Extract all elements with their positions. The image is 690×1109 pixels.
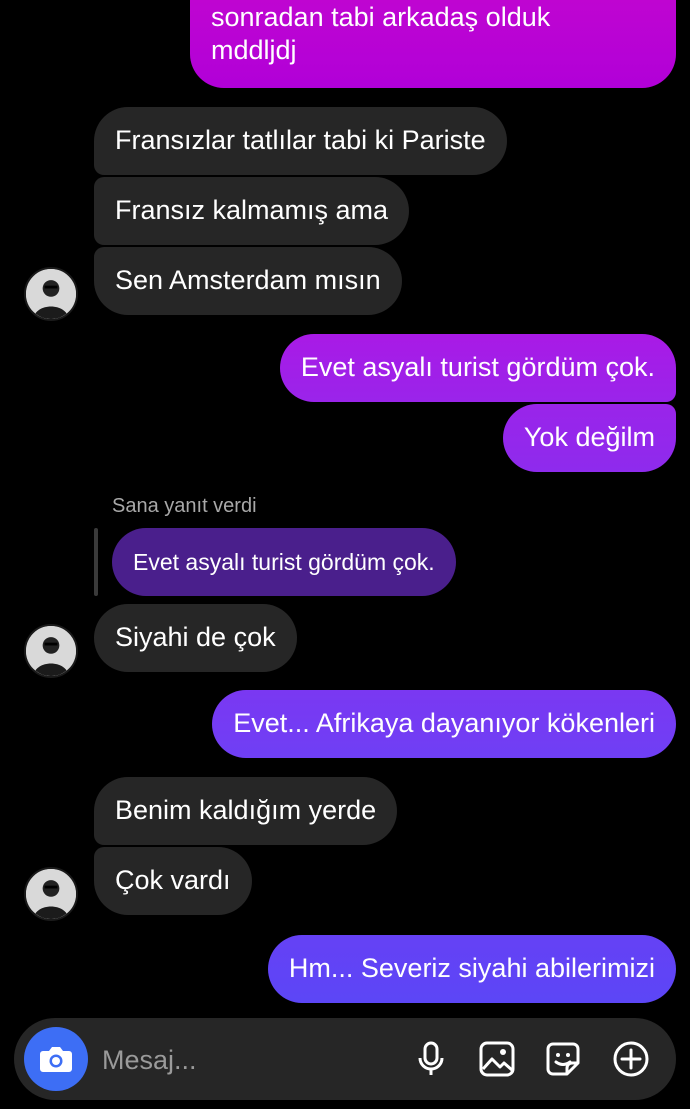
message-bubble-outgoing[interactable]: Evet asyalı turist gördüm çok. bbox=[279, 334, 676, 402]
person-icon bbox=[26, 869, 76, 919]
add-icon bbox=[613, 1041, 649, 1077]
microphone-button[interactable] bbox=[410, 1038, 452, 1080]
message-bubble-incoming[interactable]: Sen Amsterdam mısın bbox=[94, 247, 402, 315]
gallery-icon bbox=[479, 1041, 515, 1077]
add-button[interactable] bbox=[610, 1038, 652, 1080]
gallery-button[interactable] bbox=[476, 1038, 518, 1080]
microphone-icon bbox=[418, 1041, 444, 1075]
message-bubble-outgoing[interactable]: sonradan tabi arkadaş olduk mddljdj bbox=[190, 0, 676, 88]
message-bubble-outgoing[interactable]: Evet... Afrikaya dayanıyor kökenleri bbox=[212, 690, 676, 758]
person-icon bbox=[26, 626, 76, 676]
message-bubble-outgoing[interactable]: Yok değilm bbox=[502, 404, 676, 472]
avatar[interactable] bbox=[24, 867, 78, 921]
message-bubble-incoming[interactable]: Fransız kalmamış ama bbox=[94, 177, 410, 245]
message-bubble-incoming[interactable]: Benim kaldığım yerde bbox=[94, 777, 398, 845]
message-bubble-outgoing[interactable]: Hm... Severiz siyahi abilerimizi bbox=[267, 935, 676, 1003]
sticker-icon bbox=[546, 1042, 580, 1076]
message-bubble-incoming[interactable]: Fransızlar tatlılar tabi ki Pariste bbox=[94, 107, 507, 175]
avatar[interactable] bbox=[24, 267, 78, 321]
avatar[interactable] bbox=[24, 624, 78, 678]
message-bubble-incoming[interactable]: Çok vardı bbox=[94, 847, 252, 915]
message-input[interactable] bbox=[102, 1042, 402, 1078]
camera-icon bbox=[40, 1047, 72, 1072]
reply-quote[interactable]: Evet asyalı turist gördüm çok. bbox=[112, 528, 456, 596]
message-bubble-incoming[interactable]: Siyahi de çok bbox=[94, 604, 297, 672]
camera-button[interactable] bbox=[24, 1027, 88, 1091]
reply-label: Sana yanıt verdi bbox=[112, 495, 257, 517]
reply-bar bbox=[94, 528, 98, 596]
sticker-button[interactable] bbox=[542, 1038, 584, 1080]
message-composer bbox=[14, 1018, 676, 1100]
person-icon bbox=[26, 269, 76, 319]
